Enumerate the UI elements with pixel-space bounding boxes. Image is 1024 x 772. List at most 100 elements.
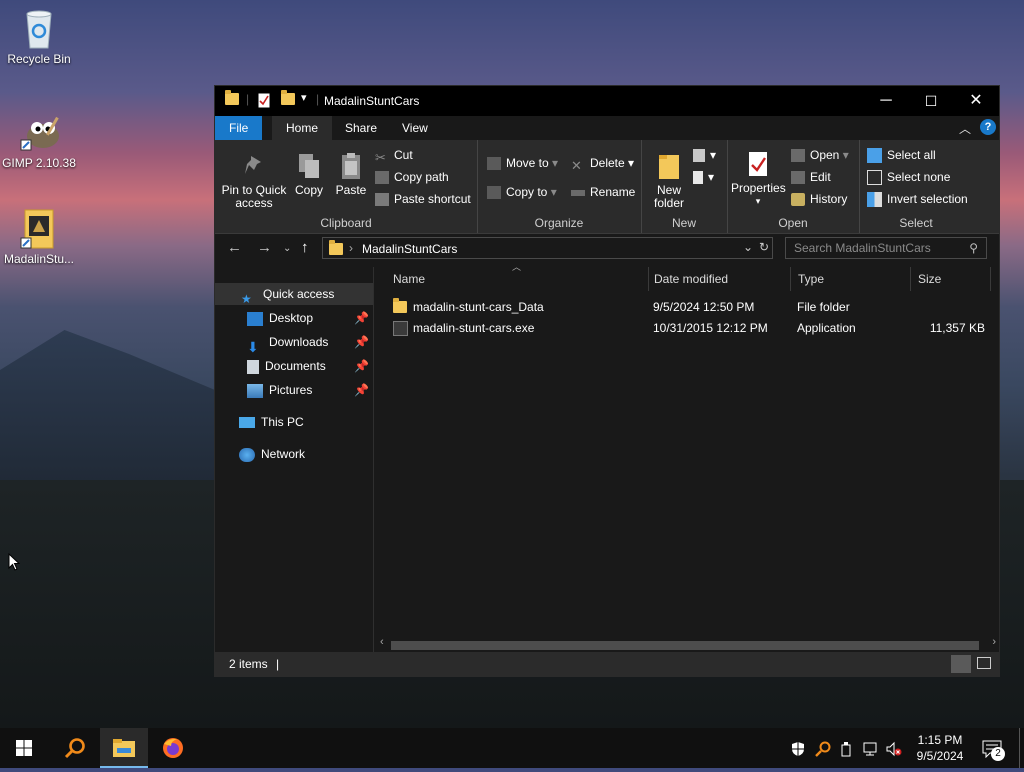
desktop-icon-gimp[interactable]: GIMP 2.10.38 — [1, 112, 77, 170]
horizontal-scrollbar[interactable]: ‹ › — [377, 636, 999, 652]
action-center-button[interactable]: 2 — [982, 728, 1005, 768]
select-all-button[interactable]: Select all — [867, 146, 936, 164]
desktop-icon-recycle-bin[interactable]: Recycle Bin — [1, 8, 77, 66]
column-header-size[interactable]: Size — [910, 267, 991, 291]
properties-button[interactable]: Properties ▾ — [731, 150, 786, 208]
history-button[interactable]: History — [791, 190, 847, 208]
scroll-left-icon[interactable]: ‹ — [380, 636, 384, 648]
scroll-right-icon[interactable]: › — [992, 636, 996, 648]
move-to-button[interactable]: Move to ▾ — [487, 154, 558, 172]
recycle-bin-icon — [19, 8, 59, 49]
breadcrumb-chevron-icon: › — [349, 241, 353, 255]
search-tray-icon[interactable] — [815, 728, 831, 768]
pin-quick-access-button[interactable]: Pin to Quick access — [221, 152, 287, 210]
column-header-type[interactable]: Type — [790, 267, 911, 291]
gimp-icon — [19, 112, 59, 152]
organize-group-label: Organize — [534, 216, 584, 230]
file-explorer-taskbar-button[interactable] — [100, 728, 148, 768]
select-none-button[interactable]: Select none — [867, 168, 950, 186]
details-view-icon[interactable] — [951, 655, 971, 673]
file-date: 10/31/2015 12:12 PM — [653, 321, 768, 335]
nav-documents[interactable]: Documents 📌 — [247, 355, 369, 377]
invert-selection-icon — [867, 192, 882, 208]
help-icon[interactable]: ? — [980, 119, 996, 135]
new-item-button[interactable]: ▾ — [693, 146, 716, 164]
notification-count-badge: 2 — [991, 747, 1005, 761]
edit-button[interactable]: Edit — [791, 168, 831, 186]
invert-selection-button[interactable]: Invert selection — [867, 190, 968, 208]
nav-quick-access[interactable]: ★ Quick access — [215, 283, 373, 306]
copy-path-button[interactable]: Copy path — [375, 168, 449, 186]
pin-icon[interactable]: 📌 — [354, 307, 369, 329]
new-folder-label: New folder — [653, 183, 685, 210]
large-icons-view-icon[interactable] — [977, 657, 991, 669]
close-button[interactable]: ✕ — [953, 86, 999, 116]
copy-icon — [296, 152, 322, 178]
usb-device-icon[interactable] — [840, 728, 852, 768]
address-dropdown-icon[interactable]: ⌄ — [743, 240, 753, 254]
desktop-icon-game[interactable]: MadalinStu... — [1, 208, 77, 266]
tab-home[interactable]: Home — [272, 116, 333, 140]
delete-button[interactable]: ✕ Delete ▾ — [571, 154, 634, 173]
recent-locations-chevron-icon[interactable]: ⌄ — [283, 243, 291, 254]
easy-access-button[interactable]: ▾ — [693, 168, 714, 186]
minimize-button[interactable]: ─ — [863, 86, 909, 116]
nav-network[interactable]: Network — [239, 443, 305, 465]
search-input[interactable]: Search MadalinStuntCars ⚲ — [785, 237, 987, 259]
copy-label: Copy — [294, 183, 323, 197]
clock[interactable]: 1:15 PM 9/5/2024 — [912, 732, 968, 772]
firefox-taskbar-button[interactable] — [148, 728, 196, 768]
network-tray-icon[interactable] — [862, 728, 880, 768]
pin-icon — [241, 152, 267, 178]
breadcrumb-path[interactable]: MadalinStuntCars — [362, 242, 457, 256]
rename-button[interactable]: Rename — [571, 183, 635, 201]
start-button[interactable] — [0, 728, 48, 768]
nav-downloads[interactable]: ⬇ Downloads 📌 — [247, 331, 369, 355]
back-button[interactable]: ← — [227, 239, 242, 256]
paste-button[interactable]: Paste — [333, 152, 369, 197]
new-folder-button[interactable]: New folder — [649, 152, 689, 210]
copy-to-dropdown-icon: ▾ — [547, 185, 557, 199]
item-count: 2 items — [229, 657, 268, 671]
new-folder-quick-icon[interactable] — [281, 90, 295, 109]
pin-icon[interactable]: 📌 — [354, 331, 369, 353]
collapse-ribbon-chevron-icon[interactable]: ︿ — [959, 120, 971, 137]
tab-share[interactable]: Share — [331, 116, 391, 140]
column-header-name[interactable]: Name — [385, 267, 649, 291]
open-icon — [791, 149, 805, 163]
nav-this-pc[interactable]: This PC — [239, 411, 304, 433]
pin-icon[interactable]: 📌 — [354, 355, 369, 377]
column-header-date[interactable]: Date modified — [646, 267, 791, 291]
show-desktop-button[interactable] — [1019, 728, 1020, 768]
file-row[interactable]: madalin-stunt-cars_Data 9/5/2024 12:50 P… — [385, 297, 993, 318]
forward-button[interactable]: → — [257, 239, 272, 256]
copy-to-button[interactable]: Copy to ▾ — [487, 183, 557, 201]
maximize-button[interactable]: ☐ — [908, 86, 954, 116]
address-bar[interactable]: › MadalinStuntCars ⌄ ↻ — [322, 237, 773, 259]
nav-desktop[interactable]: Desktop 📌 — [247, 307, 369, 329]
properties-label: Properties — [731, 181, 786, 195]
scrollbar-thumb[interactable] — [391, 641, 979, 650]
desktop-icon-label: Recycle Bin — [7, 52, 71, 66]
security-tray-icon[interactable] — [790, 728, 806, 768]
file-row[interactable]: madalin-stunt-cars.exe 10/31/2015 12:12 … — [385, 318, 993, 339]
properties-quick-icon[interactable] — [258, 93, 270, 109]
title-bar[interactable]: | ▾ | MadalinStuntCars ─ ☐ ✕ — [215, 86, 999, 116]
paste-shortcut-button[interactable]: Paste shortcut — [375, 190, 471, 208]
tab-view[interactable]: View — [388, 116, 442, 140]
search-taskbar-button[interactable] — [52, 728, 100, 768]
open-button[interactable]: Open ▾ — [791, 146, 849, 164]
cut-button[interactable]: ✂ Cut — [375, 146, 413, 165]
paste-label: Paste — [335, 183, 367, 197]
pin-icon[interactable]: 📌 — [354, 379, 369, 401]
copy-button[interactable]: Copy — [291, 152, 327, 197]
tab-file[interactable]: File — [215, 116, 263, 140]
up-button[interactable]: ↑ — [301, 239, 309, 256]
nav-pictures[interactable]: Pictures 📌 — [247, 379, 369, 401]
pane-divider[interactable] — [373, 267, 374, 652]
refresh-icon[interactable]: ↻ — [759, 240, 769, 254]
volume-muted-icon[interactable] — [885, 728, 903, 768]
game-shortcut-icon — [19, 208, 59, 249]
customize-qa-chevron-icon[interactable]: ▾ — [301, 91, 307, 107]
nav-documents-label: Documents — [265, 359, 326, 373]
